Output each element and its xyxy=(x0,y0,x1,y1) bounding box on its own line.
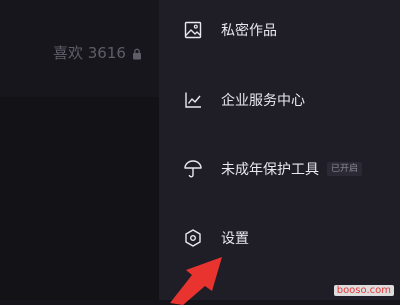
chart-icon xyxy=(183,90,203,110)
menu-item-enterprise-service[interactable]: 企业服务中心 xyxy=(159,75,400,125)
private-works-icon xyxy=(183,20,203,40)
umbrella-icon xyxy=(183,159,203,179)
status-badge: 已开启 xyxy=(327,162,363,176)
menu-item-label: 企业服务中心 xyxy=(221,93,305,109)
menu-item-minor-protection[interactable]: 未成年保护工具 已开启 xyxy=(159,144,400,194)
lock-icon xyxy=(132,46,142,60)
red-arrow-pointer xyxy=(170,257,222,305)
menu-item-private-works[interactable]: 私密作品 xyxy=(159,5,400,55)
menu-item-label: 未成年保护工具 xyxy=(221,162,319,178)
profile-header-area: 喜欢 3616 xyxy=(0,0,159,97)
watermark: booso.com xyxy=(333,285,394,296)
menu-item-label: 私密作品 xyxy=(221,23,277,39)
likes-label: 喜欢 3616 xyxy=(53,43,126,62)
likes-count[interactable]: 喜欢 3616 xyxy=(53,41,159,63)
